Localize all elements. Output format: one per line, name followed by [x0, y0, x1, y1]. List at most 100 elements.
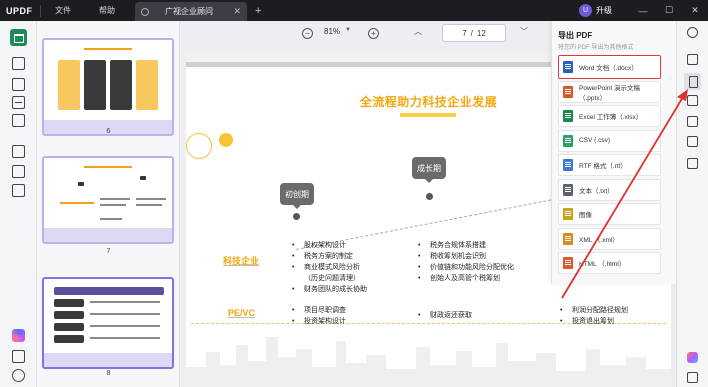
- export-option-label: Word 文档（.docx）: [579, 65, 638, 72]
- save-icon[interactable]: [687, 158, 698, 169]
- form-icon[interactable]: [12, 165, 25, 178]
- page-number-input[interactable]: 7 / 12: [442, 24, 506, 42]
- row-label-tech: 科技企业: [223, 256, 260, 266]
- list-item: 股权架构设计: [292, 240, 367, 251]
- menu-file[interactable]: 文件: [41, 5, 85, 16]
- minimize-button[interactable]: —: [630, 6, 656, 16]
- export-option[interactable]: Word 文档（.docx）: [558, 55, 661, 79]
- list-item: 税务合规体系搭建: [418, 240, 514, 251]
- thumbnail-number: 6: [106, 128, 111, 135]
- fill-sign-icon[interactable]: [12, 114, 25, 127]
- page-up-icon[interactable]: ︿: [414, 26, 422, 37]
- document-tab[interactable]: 广视企业顾问 ✕: [135, 2, 247, 21]
- export-option-label: 图像: [579, 212, 592, 219]
- zoom-in-button[interactable]: +: [368, 28, 379, 39]
- export-title: 导出 PDF: [558, 31, 593, 40]
- page-down-icon[interactable]: ﹀: [520, 26, 528, 37]
- layers-icon[interactable]: [12, 329, 25, 342]
- stage-growth-dot: [426, 193, 433, 200]
- tech-startup-list: 股权架构设计 税务方案的制定 商业模式风险分析 （历史问题清理） 财务团队的成长…: [292, 240, 367, 295]
- export-option[interactable]: PowerPoint 演示文稿（.pptx）: [558, 80, 661, 103]
- export-option[interactable]: XML （.xml）: [558, 227, 661, 250]
- export-option-label: 文本（.txt）: [579, 187, 614, 195]
- file-format-icon: [563, 61, 573, 73]
- chevron-down-icon[interactable]: ▼: [345, 27, 351, 33]
- export-option-label: Excel 工作簿（.xlsx）: [579, 114, 643, 121]
- export-pdf-icon[interactable]: [684, 73, 701, 90]
- zoom-value[interactable]: 81%: [324, 27, 340, 36]
- total-pages: 12: [476, 28, 486, 38]
- stage-startup: 初创期: [280, 183, 314, 209]
- maximize-button[interactable]: ☐: [656, 5, 682, 16]
- title-bar: UPDF 文件 帮助 广视企业顾问 ✕ + U 升级 — ☐ ✕: [0, 0, 708, 21]
- list-item: 税收筹划机会识别: [418, 251, 514, 262]
- export-option[interactable]: CSV (.csv): [558, 129, 661, 152]
- share-icon[interactable]: [687, 116, 698, 127]
- list-item: 投资架构设计: [292, 316, 346, 327]
- export-option-label: HTML （.html）: [579, 261, 626, 268]
- pevc-mature-list: 利润分配路径规划 投资退出筹划: [560, 305, 628, 327]
- email-icon[interactable]: [687, 136, 698, 147]
- ocr-icon[interactable]: [12, 145, 25, 158]
- right-tool-rail: [676, 21, 708, 387]
- comment-icon[interactable]: [12, 78, 25, 91]
- upgrade-button[interactable]: U 升级: [579, 4, 612, 17]
- tech-growth-list: 税务合规体系搭建 税收筹划机会识别 价值链和功能风险分配优化 创始人及高管个税筹…: [418, 240, 514, 284]
- export-option-label: CSV (.csv): [579, 137, 611, 144]
- export-option[interactable]: 图像: [558, 203, 661, 225]
- attachment-icon[interactable]: [12, 369, 25, 382]
- export-option-label: PowerPoint 演示文稿（.pptx）: [579, 84, 641, 102]
- left-tool-rail: [0, 21, 37, 387]
- organize-pages-icon[interactable]: [12, 96, 25, 109]
- list-item: 利润分配路径规划: [560, 305, 628, 316]
- search-icon[interactable]: [687, 27, 698, 38]
- pages-icon[interactable]: [12, 184, 25, 197]
- file-format-icon: [563, 208, 573, 220]
- list-item: 财政返还获取: [418, 310, 472, 321]
- list-item: 商业模式风险分析: [292, 262, 367, 273]
- ocr-scan-icon[interactable]: [687, 54, 698, 65]
- decorative-dot: [219, 133, 233, 147]
- chat-icon[interactable]: [687, 372, 698, 383]
- zoom-out-button[interactable]: −: [302, 28, 313, 39]
- export-option[interactable]: Excel 工作簿（.xlsx）: [558, 105, 661, 127]
- list-item: （历史问题清理）: [304, 275, 360, 282]
- pevc-growth-list: 财政返还获取: [418, 310, 472, 321]
- thumbnail-page-8[interactable]: [42, 277, 174, 369]
- ai-assistant-icon[interactable]: [687, 352, 698, 363]
- thumbnail-number: 8: [106, 370, 111, 377]
- file-format-icon: [563, 159, 573, 171]
- edit-pdf-icon[interactable]: [12, 57, 25, 70]
- reader-mode-icon[interactable]: [10, 29, 27, 46]
- list-item: 创始人及高管个税筹划: [418, 273, 514, 284]
- export-subtitle: 将您的 PDF 导出为其他格式: [558, 45, 634, 51]
- export-option[interactable]: HTML （.html）: [558, 252, 661, 274]
- document-icon: [141, 7, 149, 16]
- list-item: 项目尽职调查: [292, 305, 346, 316]
- thumbnail-page-6[interactable]: [42, 38, 174, 136]
- new-tab-button[interactable]: +: [255, 5, 261, 17]
- file-format-icon: [563, 134, 573, 147]
- close-window-button[interactable]: ✕: [682, 5, 708, 16]
- page-title: 全流程助力科技企业发展: [359, 95, 498, 109]
- decorative-circle: [186, 133, 212, 159]
- export-option[interactable]: RTF 格式（.rtf）: [558, 154, 661, 176]
- stage-growth: 成长期: [412, 157, 446, 183]
- avatar[interactable]: U: [579, 4, 592, 17]
- tab-close-icon[interactable]: ✕: [233, 6, 241, 17]
- menu-help[interactable]: 帮助: [85, 5, 129, 16]
- bookmark-icon[interactable]: [12, 350, 25, 363]
- current-page: 7: [462, 28, 467, 38]
- thumbnail-number: 7: [106, 248, 111, 255]
- export-option[interactable]: 文本（.txt）: [558, 178, 661, 201]
- thumbnail-page-7[interactable]: [42, 156, 174, 244]
- page-separator: /: [470, 28, 473, 38]
- file-format-icon: [563, 232, 573, 245]
- convert-icon[interactable]: [687, 95, 698, 106]
- list-item: 投资退出筹划: [560, 316, 628, 327]
- export-option-label: RTF 格式（.rtf）: [579, 163, 627, 170]
- thumbnail-panel: 6 7 8: [37, 21, 180, 387]
- stage-startup-dot: [293, 213, 300, 220]
- export-option-label: XML （.xml）: [579, 236, 619, 244]
- pevc-startup-list: 项目尽职调查 投资架构设计: [292, 305, 346, 327]
